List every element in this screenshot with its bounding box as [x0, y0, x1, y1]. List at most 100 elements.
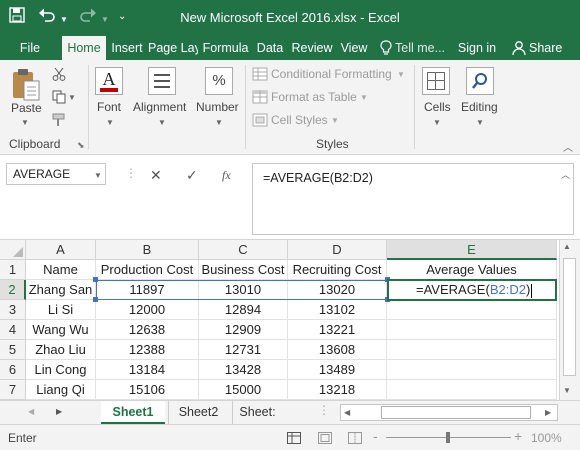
row-header-2[interactable]: 2 — [0, 280, 26, 300]
cells-button[interactable]: Cells — [424, 100, 451, 114]
row-header-1[interactable]: 1 — [0, 260, 26, 280]
zoom-slider-thumb[interactable] — [446, 432, 450, 443]
cell-a3[interactable]: Li Si — [26, 300, 96, 320]
cell-a2[interactable]: Zhang San — [26, 280, 96, 300]
column-header-b[interactable]: B — [96, 240, 199, 260]
cell-b1[interactable]: Production Cost — [96, 260, 199, 280]
editing-icon[interactable] — [466, 67, 494, 95]
cut-icon[interactable] — [52, 67, 66, 84]
range-handle[interactable] — [93, 297, 98, 302]
conditional-formatting-icon[interactable] — [252, 67, 268, 84]
format-as-table-button[interactable]: Format as Table — [271, 90, 357, 104]
cell-d1[interactable]: Recruiting Cost — [288, 260, 387, 280]
cell-e4[interactable] — [387, 320, 557, 340]
format-painter-icon[interactable] — [52, 113, 66, 130]
sheet-tab-sheet2[interactable]: Sheet2 — [168, 401, 228, 424]
row-header-7[interactable]: 7 — [0, 380, 26, 400]
page-layout-view-icon[interactable] — [318, 432, 332, 447]
cell-c2[interactable]: 13010 — [199, 280, 288, 300]
cell-a5[interactable]: Zhao Liu — [26, 340, 96, 360]
cell-b7[interactable]: 15106 — [96, 380, 199, 400]
number-button[interactable]: Number — [196, 100, 239, 114]
cell-b2[interactable]: 11897 — [96, 280, 199, 300]
sheet-tab-sheet1[interactable]: Sheet1 — [101, 401, 165, 424]
cell-e6[interactable] — [387, 360, 557, 380]
cell-e5[interactable] — [387, 340, 557, 360]
cell-b3[interactable]: 12000 — [96, 300, 199, 320]
cells-icon[interactable] — [422, 67, 450, 95]
active-cell-e2[interactable]: =AVERAGE(B2:D2) — [387, 279, 557, 301]
cell-c6[interactable]: 13428 — [199, 360, 288, 380]
horizontal-scroll-thumb[interactable] — [381, 406, 531, 419]
cell-d7[interactable]: 13218 — [288, 380, 387, 400]
copy-dropdown-icon[interactable]: ▼ — [68, 93, 76, 102]
cancel-icon[interactable]: ✕ — [150, 167, 162, 184]
tell-me-search[interactable]: Tell me... — [395, 36, 455, 60]
cell-d3[interactable]: 13102 — [288, 300, 387, 320]
row-header-4[interactable]: 4 — [0, 320, 26, 340]
column-header-a[interactable]: A — [26, 240, 96, 260]
zoom-out-button[interactable]: - — [373, 428, 378, 444]
cell-c3[interactable]: 12894 — [199, 300, 288, 320]
share-button[interactable]: Share — [529, 36, 565, 60]
cell-d4[interactable]: 13221 — [288, 320, 387, 340]
cell-a4[interactable]: Wang Wu — [26, 320, 96, 340]
row-header-6[interactable]: 6 — [0, 360, 26, 380]
name-box-dropdown-icon[interactable]: ▼ — [94, 171, 102, 180]
paste-button[interactable]: Paste — [11, 101, 42, 115]
tab-home[interactable]: Home — [62, 36, 106, 60]
tab-file[interactable]: File — [6, 36, 54, 60]
enter-icon[interactable]: ✓ — [186, 167, 198, 184]
cell-e7[interactable] — [387, 380, 557, 400]
conditional-formatting-button[interactable]: Conditional Formatting — [271, 67, 392, 81]
tab-review[interactable]: Review — [288, 36, 336, 60]
paste-dropdown-icon[interactable]: ▼ — [21, 118, 29, 127]
paste-icon[interactable] — [11, 68, 41, 105]
clipboard-launcher-icon[interactable]: ⬊ — [77, 140, 85, 151]
share-person-icon[interactable] — [512, 40, 526, 59]
cell-c4[interactable]: 12909 — [199, 320, 288, 340]
alignment-dropdown-icon[interactable]: ▼ — [158, 118, 166, 127]
cell-a1[interactable]: Name — [26, 260, 96, 280]
cell-e1[interactable]: Average Values — [387, 260, 557, 280]
zoom-level[interactable]: 100% — [531, 431, 562, 445]
font-dropdown-icon[interactable]: ▼ — [106, 118, 114, 127]
sign-in-link[interactable]: Sign in — [456, 36, 498, 60]
insert-function-icon[interactable]: fx — [222, 168, 231, 183]
editing-button[interactable]: Editing — [461, 100, 498, 114]
alignment-button[interactable]: Alignment — [133, 100, 186, 114]
next-sheet-icon[interactable]: ▶ — [56, 407, 62, 416]
font-icon[interactable]: A — [95, 67, 123, 95]
cell-a7[interactable]: Liang Qi — [26, 380, 96, 400]
copy-icon[interactable] — [52, 90, 66, 107]
cell-styles-dropdown-icon[interactable]: ▼ — [331, 116, 339, 125]
cell-b5[interactable]: 12388 — [96, 340, 199, 360]
sheet-tab-sheet3[interactable]: Sheet: — [232, 401, 282, 424]
scroll-left-icon[interactable]: ◀ — [344, 408, 350, 417]
number-format-icon[interactable]: % — [205, 67, 233, 95]
alignment-icon[interactable] — [148, 67, 176, 95]
expand-formula-bar-icon[interactable]: ︿ — [561, 168, 570, 181]
formula-bar-grip-icon[interactable]: ⋮ — [125, 166, 137, 180]
scroll-down-icon[interactable]: ▼ — [563, 386, 571, 395]
column-header-e[interactable]: E — [387, 240, 557, 260]
cell-styles-icon[interactable] — [252, 113, 268, 130]
scroll-right-icon[interactable]: ▶ — [545, 408, 551, 417]
range-handle[interactable] — [93, 277, 98, 282]
cell-a6[interactable]: Lin Cong — [26, 360, 96, 380]
tab-data[interactable]: Data — [254, 36, 286, 60]
name-box[interactable]: AVERAGE — [6, 163, 106, 185]
sheet-tab-grip-icon[interactable]: ⋮ — [318, 403, 330, 417]
cells-dropdown-icon[interactable]: ▼ — [433, 118, 441, 127]
normal-view-icon[interactable] — [287, 432, 301, 447]
collapse-ribbon-icon[interactable]: ︿ — [563, 139, 573, 154]
vertical-scroll-thumb[interactable] — [563, 258, 576, 376]
tab-page-layout[interactable]: Page Lay — [148, 36, 198, 60]
worksheet-grid[interactable]: A B C D E 1 2 3 4 5 6 7 Name Production C… — [0, 240, 580, 400]
cell-styles-button[interactable]: Cell Styles — [271, 113, 328, 127]
row-header-3[interactable]: 3 — [0, 300, 26, 320]
format-as-table-icon[interactable] — [252, 90, 268, 107]
tab-view[interactable]: View — [338, 36, 370, 60]
scroll-up-icon[interactable]: ▲ — [563, 242, 571, 251]
page-break-view-icon[interactable] — [348, 432, 362, 447]
